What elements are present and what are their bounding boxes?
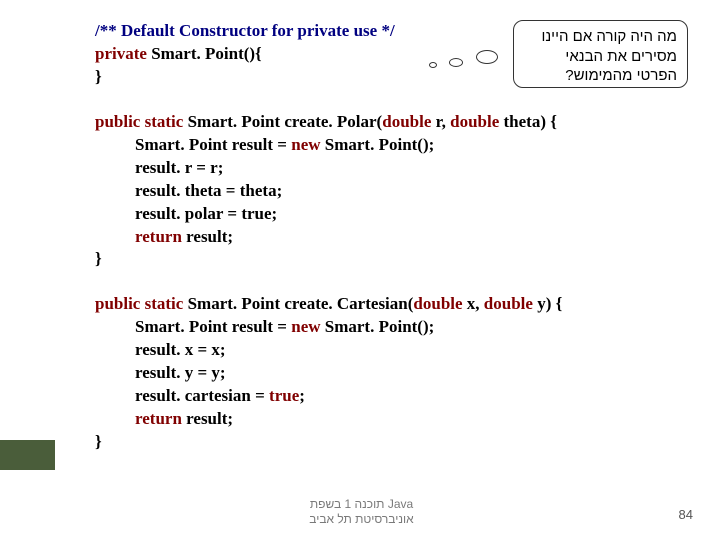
keyword-new: new [291,135,320,154]
code-line: private Smart. Point(){ [95,43,693,66]
code-text: Smart. Point(); [321,135,435,154]
code-text: Smart. Point(); [321,317,435,336]
code-line: } [95,248,693,271]
keyword-static: static [140,294,183,313]
code-text: y) { [533,294,562,313]
code-content: /** Default Constructor for private use … [95,20,693,476]
keyword-double: double [382,112,431,131]
code-text: x, [463,294,484,313]
code-line: Smart. Point result = new Smart. Point()… [95,316,693,339]
code-text: Smart. Point result = [135,317,291,336]
code-text: result. cartesian = [135,386,269,405]
slide-accent-bar [0,440,55,470]
code-comment: /** Default Constructor for private use … [95,21,395,40]
code-text: Smart. Point create. Polar( [183,112,382,131]
code-text: result; [182,227,233,246]
code-text: Smart. Point(){ [147,44,262,63]
code-line: result. x = x; [95,339,693,362]
code-create-cartesian: public static Smart. Point create. Carte… [95,293,693,454]
code-line: result. y = y; [95,362,693,385]
code-line: result. polar = true; [95,203,693,226]
code-text: result; [182,409,233,428]
keyword-public: public [95,112,140,131]
keyword-return: return [135,227,182,246]
code-create-polar: public static Smart. Point create. Polar… [95,111,693,272]
keyword-new: new [291,317,320,336]
slide-footer: תוכנה 1 בשפת Java אוניברסיטת תל אביב [0,497,723,528]
code-text: theta) { [499,112,557,131]
code-text: r, [431,112,450,131]
keyword-double: double [413,294,462,313]
keyword-double: double [484,294,533,313]
code-text: Smart. Point result = [135,135,291,154]
footer-line: אוניברסיטת תל אביב [0,512,723,528]
code-line: /** Default Constructor for private use … [95,20,693,43]
footer-line: תוכנה 1 בשפת Java [0,497,723,513]
code-line: return result; [95,226,693,249]
code-constructor: /** Default Constructor for private use … [95,20,693,89]
code-text: ; [299,386,305,405]
page-number: 84 [679,507,693,522]
code-line: result. cartesian = true; [95,385,693,408]
keyword-return: return [135,409,182,428]
code-line: result. theta = theta; [95,180,693,203]
code-line: return result; [95,408,693,431]
keyword-public: public [95,294,140,313]
code-line: Smart. Point result = new Smart. Point()… [95,134,693,157]
keyword-double: double [450,112,499,131]
keyword-static: static [140,112,183,131]
code-line: } [95,66,693,89]
code-line: } [95,431,693,454]
code-line: public static Smart. Point create. Polar… [95,111,693,134]
code-line: public static Smart. Point create. Carte… [95,293,693,316]
code-text: Smart. Point create. Cartesian( [183,294,413,313]
keyword-private: private [95,44,147,63]
code-line: result. r = r; [95,157,693,180]
keyword-true: true [269,386,299,405]
